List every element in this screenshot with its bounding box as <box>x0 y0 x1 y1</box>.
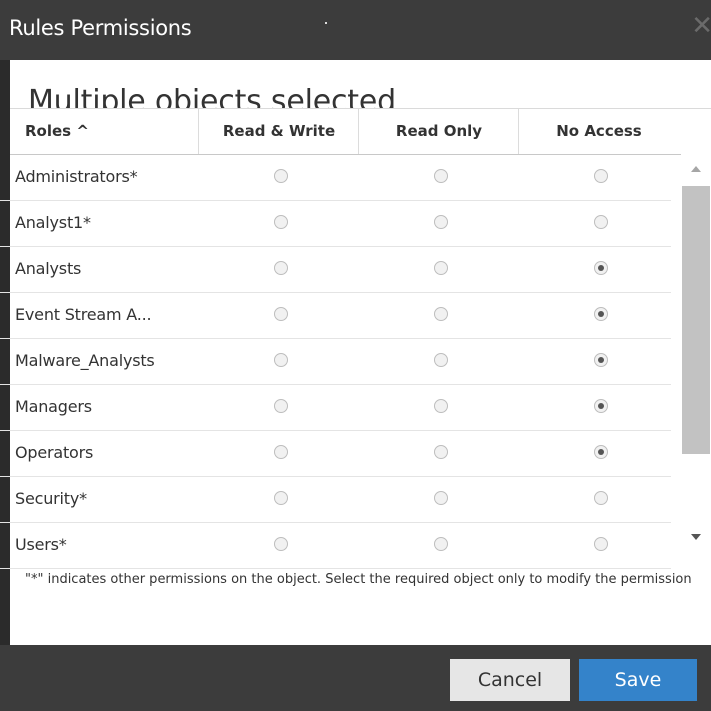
radio-no-access[interactable] <box>594 215 608 229</box>
role-name: Administrators* <box>15 167 138 186</box>
radio-read-only[interactable] <box>434 537 448 551</box>
column-header-no-access: No Access <box>518 109 679 154</box>
radio-no-access[interactable] <box>594 261 608 275</box>
radio-read-write[interactable] <box>274 353 288 367</box>
titlebar-artifact <box>325 22 327 24</box>
radio-no-access[interactable] <box>594 353 608 367</box>
table-row: Administrators* <box>0 154 671 201</box>
close-icon[interactable]: ✕ <box>691 12 711 38</box>
role-name: Malware_Analysts <box>15 351 155 370</box>
radio-no-access[interactable] <box>594 491 608 505</box>
role-name: Users* <box>15 535 67 554</box>
table-row: Operators <box>0 430 671 477</box>
radio-read-write[interactable] <box>274 169 288 183</box>
column-header-roles[interactable]: Roles ^ <box>25 109 195 154</box>
table-row: Malware_Analysts <box>0 338 671 385</box>
role-name: Event Stream A... <box>15 305 152 324</box>
radio-read-only[interactable] <box>434 307 448 321</box>
radio-read-only[interactable] <box>434 399 448 413</box>
radio-no-access[interactable] <box>594 399 608 413</box>
table-row: Event Stream A... <box>0 292 671 339</box>
role-name: Operators <box>15 443 94 462</box>
column-header-read-write: Read & Write <box>198 109 359 154</box>
radio-read-write[interactable] <box>274 215 288 229</box>
permissions-note: "*" indicates other permissions on the o… <box>25 572 692 587</box>
radio-no-access[interactable] <box>594 169 608 183</box>
table-row: Users* <box>0 522 671 569</box>
table-row: Analysts <box>0 246 671 293</box>
radio-read-only[interactable] <box>434 353 448 367</box>
table-row: Managers <box>0 384 671 431</box>
cancel-button[interactable]: Cancel <box>450 659 570 701</box>
scroll-down-icon[interactable] <box>691 534 701 540</box>
radio-read-write[interactable] <box>274 307 288 321</box>
table-row: Security* <box>0 476 671 523</box>
radio-read-only[interactable] <box>434 261 448 275</box>
radio-read-write[interactable] <box>274 537 288 551</box>
role-name: Security* <box>15 489 87 508</box>
scrollbar-thumb[interactable] <box>682 186 710 454</box>
radio-read-only[interactable] <box>434 445 448 459</box>
permissions-table: Roles ^ Read & Write Read Only No Access <box>10 108 711 155</box>
table-row: Analyst1* <box>0 200 671 247</box>
rules-permissions-dialog: Rules Permissions ✕ Multiple objects sel… <box>0 0 711 711</box>
radio-read-write[interactable] <box>274 399 288 413</box>
radio-read-write[interactable] <box>274 261 288 275</box>
radio-no-access[interactable] <box>594 537 608 551</box>
scrollbar[interactable] <box>681 154 711 557</box>
dialog-title: Rules Permissions <box>9 16 192 40</box>
radio-read-only[interactable] <box>434 491 448 505</box>
dialog-footer: Cancel Save <box>0 645 711 711</box>
radio-no-access[interactable] <box>594 445 608 459</box>
radio-read-write[interactable] <box>274 491 288 505</box>
radio-read-only[interactable] <box>434 215 448 229</box>
table-header: Roles ^ Read & Write Read Only No Access <box>10 108 711 155</box>
role-name: Managers <box>15 397 92 416</box>
save-button[interactable]: Save <box>579 659 697 701</box>
column-header-read-only: Read Only <box>358 109 519 154</box>
dialog-titlebar: Rules Permissions ✕ <box>0 0 711 60</box>
role-name: Analyst1* <box>15 213 91 232</box>
radio-read-write[interactable] <box>274 445 288 459</box>
radio-no-access[interactable] <box>594 307 608 321</box>
radio-read-only[interactable] <box>434 169 448 183</box>
scroll-up-icon[interactable] <box>691 166 701 172</box>
role-name: Analysts <box>15 259 82 278</box>
